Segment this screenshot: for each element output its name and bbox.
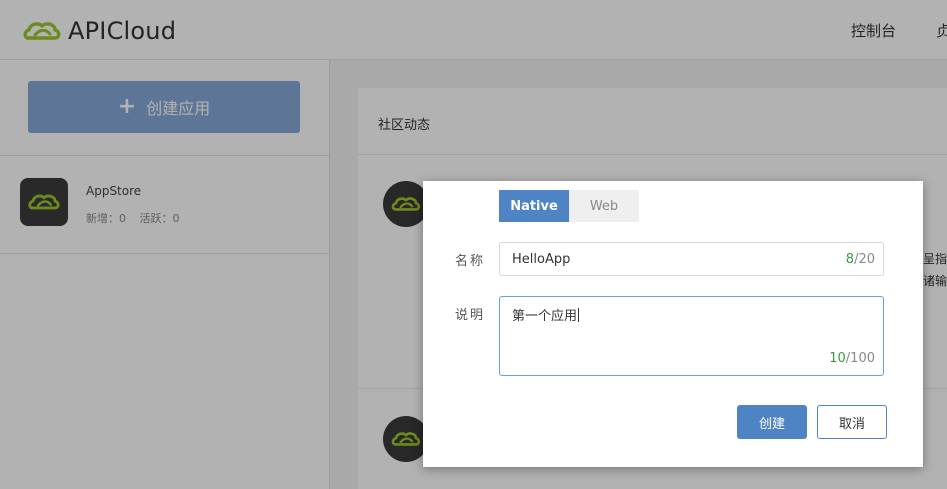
app-description-textarea[interactable]: 第一个应用 10/100 xyxy=(499,296,884,376)
create-button[interactable]: 创建 xyxy=(737,405,807,439)
tab-web[interactable]: Web xyxy=(569,190,639,222)
app-name-value: HelloApp xyxy=(512,252,571,267)
platform-tabs: Native Web xyxy=(499,190,639,222)
description-char-count: 10 xyxy=(829,351,846,366)
name-char-max: /20 xyxy=(854,252,875,267)
name-label: 名称 xyxy=(455,254,486,269)
description-char-max: /100 xyxy=(845,351,875,366)
tab-native[interactable]: Native xyxy=(499,190,569,222)
create-app-dialog: Native Web 名称 HelloApp 8/20 说明 第一个应用 10/… xyxy=(423,181,923,467)
name-char-counter: 8/20 xyxy=(846,252,875,267)
description-char-counter: 10/100 xyxy=(829,351,875,366)
description-label: 说明 xyxy=(455,308,486,323)
app-description-value: 第一个应用 xyxy=(512,305,580,324)
text-caret xyxy=(578,308,580,322)
app-name-input[interactable]: HelloApp 8/20 xyxy=(499,242,884,276)
description-text: 第一个应用 xyxy=(512,309,578,324)
cancel-button[interactable]: 取消 xyxy=(817,405,887,439)
name-char-count: 8 xyxy=(845,252,855,267)
